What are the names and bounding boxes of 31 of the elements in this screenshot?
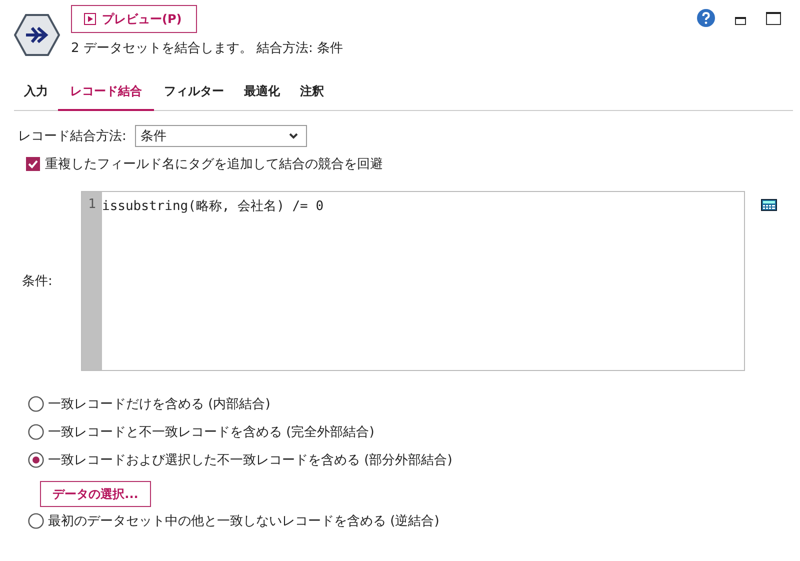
tab[interactable]: レコード結合 [58,75,154,111]
method-dropdown[interactable]: 条件 [135,125,308,147]
line-number: 1 [87,197,97,212]
radio-button[interactable] [28,396,44,412]
radio-label: 一致レコードと不一致レコードを含める (完全外部結合) [48,424,374,441]
maximize-icon[interactable] [766,12,781,24]
chevron-down-icon [289,133,298,139]
code-line: issubstring(略称, 会社名) /= 0 [102,198,324,215]
checkbox-label: 重複したフィールド名にタグを追加して結合の競合を回避 [45,156,383,173]
radio-label: 一致レコードだけを含める (内部結合) [48,396,270,413]
checkbox[interactable] [26,157,40,171]
select-data-button[interactable]: データの選択... [40,481,151,507]
tab[interactable]: フィルター [154,75,234,111]
calculator-icon[interactable] [761,199,777,211]
method-label: レコード結合方法: [18,128,126,145]
radio-label: 最初のデータセット中の他と一致しないレコードを含める (逆結合) [48,512,440,530]
minimize-icon[interactable] [735,17,746,25]
help-icon[interactable] [697,9,715,27]
condition-label: 条件: [21,273,54,290]
play-icon [84,13,96,25]
tab[interactable]: 最適化 [234,75,290,111]
radio-label: 一致レコードおよび選択した不一致レコードを含める (部分外部結合) [48,452,452,469]
code-editor[interactable]: 1 issubstring(略称, 会社名) /= 0 [81,191,745,371]
preview-button[interactable]: プレビュー(P) [71,5,197,33]
arrows-node-icon [14,13,60,57]
radio-button[interactable] [28,452,44,468]
radio-button[interactable] [28,512,44,528]
tab[interactable]: 入力 [14,75,58,111]
radio-button[interactable] [28,424,44,440]
tab[interactable]: 注釈 [290,75,334,111]
summary-text: 2 データセットを結合します。 結合方法: 条件 [71,40,344,57]
